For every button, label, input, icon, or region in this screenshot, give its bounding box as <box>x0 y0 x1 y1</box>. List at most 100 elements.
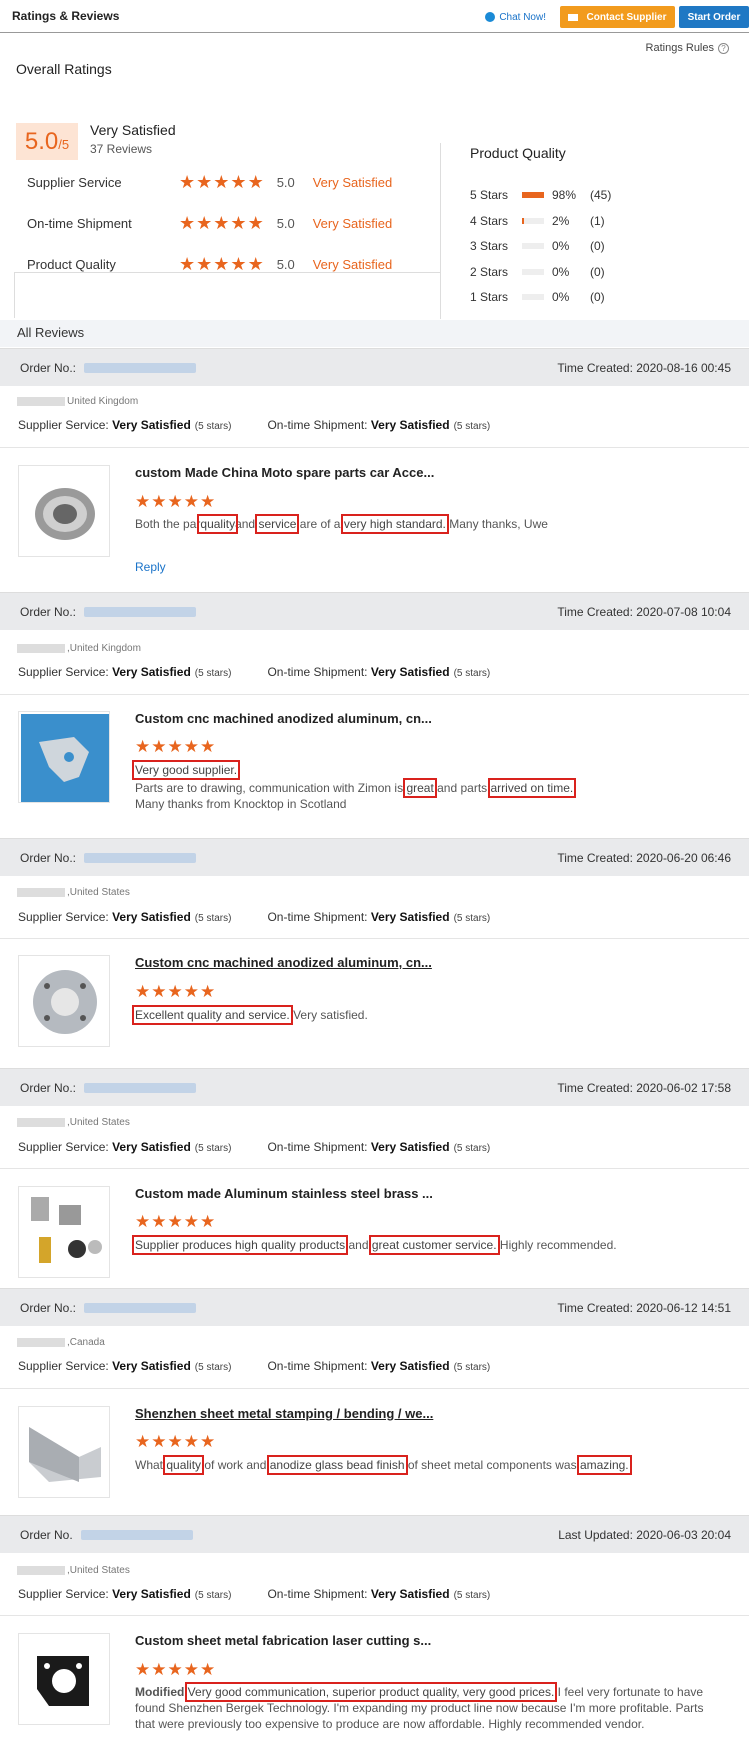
ratings-rules-link[interactable]: Ratings Rules? <box>646 42 729 54</box>
rating-label: On-time Shipment <box>27 215 132 231</box>
supplier-service-stars: (5 stars) <box>194 913 232 924</box>
divider <box>0 1168 749 1169</box>
on-time-stars: (5 stars) <box>453 1590 491 1601</box>
product-thumbnail[interactable] <box>18 1186 110 1278</box>
order-no-label: Order No. <box>20 1527 73 1542</box>
highlight: very high standard. <box>340 514 449 534</box>
order-number-masked <box>80 1529 193 1540</box>
divider <box>0 1388 749 1389</box>
order-header: Order No.: Time Created: 2020-07-08 10:04 <box>0 592 749 630</box>
country-label: ,United States <box>67 1565 130 1576</box>
highlight: amazing. <box>576 1455 632 1475</box>
order-header: Order No.: Time Created: 2020-08-16 00:45 <box>0 348 749 386</box>
reply-link[interactable]: Reply <box>135 560 166 574</box>
review-stars: ★ ★ ★ ★ ★ <box>135 1661 216 1679</box>
divider <box>0 938 749 939</box>
header-actions: Chat Now! Contact Supplier Start Order <box>485 6 749 28</box>
divider <box>0 1615 749 1616</box>
order-number: Order No.: <box>20 1081 197 1095</box>
review-text: Parts are to drawing, communication with… <box>135 778 735 798</box>
reviewer-name-masked <box>17 397 65 406</box>
star-icon: ★ <box>151 1212 167 1231</box>
order-number: Order No.: <box>20 851 197 865</box>
reviewer-country: ,United Kingdom <box>17 643 141 654</box>
review-count: 37 Reviews <box>90 142 153 156</box>
dist-bar <box>522 218 544 224</box>
on-time-label: On-time Shipment: <box>267 910 368 924</box>
reviewer-name-masked <box>17 888 65 897</box>
reviewer-name-masked <box>17 1566 65 1575</box>
order-header: Order No.: Time Created: 2020-06-12 14:51 <box>0 1288 749 1326</box>
product-title-link[interactable]: Shenzhen sheet metal stamping / bending … <box>135 1406 433 1421</box>
country-label: ,United States <box>67 887 130 898</box>
dist-count: (1) <box>590 214 605 228</box>
product-title-link[interactable]: Custom sheet metal fabrication laser cut… <box>135 1633 431 1648</box>
dist-bar <box>522 294 544 300</box>
rating-stars: ★ ★ ★ ★ ★ <box>179 255 265 273</box>
order-number-masked <box>84 362 197 373</box>
product-thumbnail[interactable] <box>18 465 110 557</box>
star-icon: ★ <box>179 213 196 233</box>
star-icon: ★ <box>200 737 216 756</box>
supplier-service-value: Very Satisfied <box>112 1587 191 1601</box>
review-text: Modified Very good communication, superi… <box>135 1682 735 1702</box>
star-icon: ★ <box>183 1212 199 1231</box>
product-thumbnail[interactable] <box>18 711 110 803</box>
star-icon: ★ <box>247 172 264 192</box>
service-ratings: Supplier Service: Very Satisfied (5 stars… <box>18 1359 490 1373</box>
supplier-service-value: Very Satisfied <box>112 1140 191 1154</box>
chat-now-link[interactable]: Chat Now! <box>485 12 546 23</box>
star-icon: ★ <box>135 737 151 756</box>
on-time-value: Very Satisfied <box>370 910 450 924</box>
star-icon: ★ <box>230 254 247 274</box>
order-number-masked <box>84 1082 197 1093</box>
on-time-value: Very Satisfied <box>370 1140 450 1154</box>
start-order-button[interactable]: Start Order <box>679 6 749 28</box>
text-segment: Highly recommended. <box>496 1238 617 1252</box>
rating-text: Very Satisfied <box>312 174 393 190</box>
review-text: What quality of work and anodize glass b… <box>135 1455 735 1475</box>
dist-bar-fill <box>522 192 544 198</box>
on-time-stars: (5 stars) <box>453 1362 491 1373</box>
country-label: ,United States <box>67 1117 130 1128</box>
order-time: Time Created: 2020-06-12 14:51 <box>557 1300 731 1315</box>
on-time-label: On-time Shipment: <box>267 1359 368 1373</box>
product-thumbnail[interactable] <box>18 1633 110 1725</box>
contact-supplier-button[interactable]: Contact Supplier <box>560 6 675 28</box>
review-text: Both the parqualityand service are of a … <box>135 514 735 534</box>
reviewer-country: ,United States <box>17 887 130 898</box>
dist-stars: 5 Stars <box>470 188 509 202</box>
order-number-masked <box>84 852 197 863</box>
rating-row: On-time Shipment ★ ★ ★ ★ ★ 5.0 Very Satisfied <box>27 213 392 233</box>
product-thumbnail[interactable] <box>18 955 110 1047</box>
product-title-link[interactable]: Custom cnc machined anodized aluminum, c… <box>135 711 432 726</box>
highlight: quality <box>197 514 239 534</box>
product-quality-title: Product Quality <box>470 145 566 161</box>
product-title-link[interactable]: Custom made Aluminum stainless steel bra… <box>135 1186 433 1201</box>
overall-label: Very Satisfied <box>90 122 176 138</box>
highlight: anodize glass bead finish <box>266 1455 408 1475</box>
order-no-label: Order No.: <box>20 360 77 375</box>
highlight: arrived on time. <box>487 778 577 798</box>
order-number: Order No. <box>20 1528 193 1542</box>
order-time: Time Created: 2020-08-16 00:45 <box>557 360 731 375</box>
order-no-label: Order No.: <box>20 604 77 619</box>
dist-stars: 1 Stars <box>470 290 509 304</box>
product-thumbnail[interactable] <box>18 1406 110 1498</box>
product-title-link[interactable]: custom Made China Moto spare parts car A… <box>135 465 434 480</box>
star-icon: ★ <box>247 213 264 233</box>
on-time-label: On-time Shipment: <box>267 1140 368 1154</box>
star-icon: ★ <box>151 492 167 511</box>
highlight: service <box>255 514 300 534</box>
star-icon: ★ <box>200 1660 216 1679</box>
reviewer-name-masked <box>17 1118 65 1127</box>
product-title-link[interactable]: Custom cnc machined anodized aluminum, c… <box>135 955 432 970</box>
score-value: 5.0 <box>24 128 59 155</box>
service-ratings: Supplier Service: Very Satisfied (5 stars… <box>18 1587 490 1601</box>
text-segment: and <box>345 1238 372 1252</box>
dist-percent: 2% <box>552 214 570 228</box>
dist-count: (45) <box>590 188 612 202</box>
divider <box>440 143 441 319</box>
on-time-stars: (5 stars) <box>453 913 491 924</box>
review-text: found Shenzhen Bergek Technology. I'm ex… <box>135 1701 704 1715</box>
